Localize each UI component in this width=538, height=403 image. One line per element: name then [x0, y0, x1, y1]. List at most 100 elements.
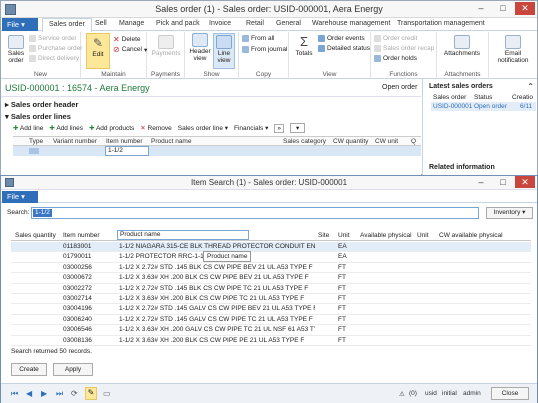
totals-button[interactable]: Σ Totals: [292, 35, 316, 58]
remove-button[interactable]: ✕ Remove: [140, 124, 171, 132]
col-product-name[interactable]: Product name: [117, 230, 250, 240]
add-line-button[interactable]: ✚ Add line: [13, 124, 43, 132]
more-toolbar-icon[interactable]: »: [274, 123, 284, 133]
tab-pick-and-pack[interactable]: Pick and pack: [156, 20, 200, 27]
related-information-title[interactable]: Related information: [429, 164, 495, 171]
col-cw-unit[interactable]: CW unit: [375, 138, 398, 145]
table-row[interactable]: 03002272 1-1/2 X 2.72# STD .145 BLK CS C…: [11, 284, 531, 294]
apply-button[interactable]: Apply: [53, 363, 93, 376]
service-order-button[interactable]: Service order: [29, 35, 77, 42]
table-row[interactable]: 03008136 1-1/2 X 3.63# XH .200 BLK CS CW…: [11, 336, 531, 346]
inventory-button[interactable]: Inventory ▾: [486, 207, 533, 219]
tab-manage[interactable]: Manage: [119, 20, 144, 27]
col-cw-quantity[interactable]: CW quantity: [333, 138, 368, 145]
create-button[interactable]: Create: [11, 363, 47, 376]
dialog-file-menu-button[interactable]: File ▾: [2, 191, 38, 203]
direct-delivery-button[interactable]: Direct delivery: [29, 55, 79, 62]
col-site[interactable]: Site: [318, 232, 329, 239]
purchase-order-button[interactable]: Purchase order: [29, 45, 82, 52]
last-record-icon[interactable]: ⏭: [56, 389, 63, 399]
detailed-status-button[interactable]: Detailed status: [318, 45, 370, 52]
tab-sell[interactable]: Sell: [95, 20, 107, 27]
lines-grid-row[interactable]: 1-1/2: [13, 146, 421, 156]
search-input[interactable]: 1-1/2: [31, 207, 479, 219]
dialog-maximize-icon[interactable]: □: [493, 176, 513, 188]
add-products-button[interactable]: ✚ Add products: [89, 124, 134, 132]
tab-transportation-management[interactable]: Transportation management: [397, 20, 485, 27]
attachments-button[interactable]: Attachments: [441, 35, 483, 57]
col-item-number[interactable]: Item number: [106, 138, 143, 145]
table-row[interactable]: 01183001 1-1/2 NIAGARA 315-CE BLK THREAD…: [11, 242, 531, 253]
table-row[interactable]: 03002714 1-1/2 X 3.63# XH .200 BLK CS CW…: [11, 294, 531, 305]
line-view-button[interactable]: Line view: [213, 33, 235, 69]
cancel-button[interactable]: ⊘ Cancel ▾: [113, 45, 147, 54]
col-q[interactable]: Q: [411, 138, 416, 145]
factbox-order-link[interactable]: USID-000001: [433, 103, 472, 110]
table-row[interactable]: 03006546 1-1/2 X 3.63# XH .200 GALV CS C…: [11, 325, 531, 336]
col-variant-number[interactable]: Variant number: [53, 138, 97, 145]
toolbar-dropdown[interactable]: ▾: [289, 123, 306, 133]
tab-general[interactable]: General: [276, 20, 301, 27]
collapse-icon[interactable]: ⌃: [527, 82, 534, 91]
previous-record-icon[interactable]: ◀: [26, 389, 32, 398]
header-view-button[interactable]: Header view: [188, 33, 212, 62]
file-label: File: [7, 20, 20, 29]
order-holds-button[interactable]: Order holds: [374, 55, 417, 62]
next-record-icon[interactable]: ▶: [41, 389, 47, 398]
sales-order-recap-button[interactable]: Sales order recap: [374, 45, 434, 52]
file-menu-button[interactable]: File ▾: [2, 18, 38, 31]
sales-order-line-menu[interactable]: Sales order line ▾: [178, 124, 228, 132]
col-unit-2[interactable]: Unit: [417, 232, 429, 239]
new-sales-order-button[interactable]: Sales order: [4, 35, 28, 64]
tab-sales-order[interactable]: Sales order: [42, 18, 92, 32]
delete-button[interactable]: ✕ Delete: [113, 35, 141, 44]
new-record-icon[interactable]: ▭: [103, 389, 111, 398]
item-number-input[interactable]: 1-1/2: [105, 146, 149, 156]
table-row[interactable]: 03000256 1-1/2 X 2.72# STD .145 BLK CS C…: [11, 263, 531, 274]
copy-from-all-button[interactable]: From all: [242, 35, 274, 42]
maximize-icon[interactable]: □: [493, 2, 513, 15]
col-sales-quantity[interactable]: Sales quantity: [15, 232, 56, 239]
sales-order-header-tab[interactable]: ▸ Sales order header: [5, 100, 78, 109]
status-account: admin: [463, 390, 481, 397]
col-product-name[interactable]: Product name: [151, 138, 191, 145]
table-row[interactable]: 03000672 1-1/2 X 3.63# XH .200 BLK CS CW…: [11, 273, 531, 284]
minimize-icon[interactable]: –: [471, 2, 491, 15]
table-row[interactable]: 03004196 1-1/2 X 2.72# STD .145 GALV CS …: [11, 304, 531, 315]
dialog-minimize-icon[interactable]: –: [471, 176, 491, 188]
cancel-label: Cancel: [121, 46, 142, 53]
sales-order-lines-tab[interactable]: ▾ Sales order lines: [5, 112, 71, 121]
refresh-icon[interactable]: ⟳: [71, 389, 78, 398]
copy-from-journal-button[interactable]: From journal: [242, 46, 287, 53]
order-credit-button[interactable]: Order credit: [374, 35, 417, 42]
add-lines-button[interactable]: ✚ Add lines: [49, 124, 83, 132]
tab-invoice[interactable]: Invoice: [209, 20, 231, 27]
email-notification-button[interactable]: Email notification: [492, 35, 534, 64]
table-row[interactable]: 03006240 1-1/2 X 2.72# STD .145 GALV CS …: [11, 315, 531, 326]
order-events-button[interactable]: Order events: [318, 35, 365, 42]
edit-button[interactable]: ✎ Edit: [86, 33, 110, 69]
payments-button[interactable]: Payments: [151, 35, 181, 57]
tab-warehouse-management[interactable]: Warehouse management: [312, 20, 390, 27]
financials-menu[interactable]: Financials ▾: [234, 124, 268, 132]
order-holds-label: Order holds: [383, 55, 417, 62]
row-type-icon: [29, 148, 39, 154]
close-button[interactable]: Close: [491, 387, 529, 400]
factbox-row[interactable]: USID-000001 Open order 6/11: [431, 102, 536, 111]
first-record-icon[interactable]: ⏮: [11, 389, 18, 399]
col-unit[interactable]: Unit: [338, 232, 350, 239]
row-unit: FT: [338, 274, 346, 282]
edit-mode-icon[interactable]: ✎: [85, 387, 97, 400]
col-type[interactable]: Type: [29, 138, 43, 145]
dialog-close-icon[interactable]: ✕: [515, 176, 535, 188]
line-view-label: Line view: [217, 50, 231, 64]
col-sales-category[interactable]: Sales category: [283, 138, 326, 145]
col-available-physical[interactable]: Available physical: [360, 232, 412, 239]
col-item-number[interactable]: Item number: [63, 232, 100, 239]
notification-icon[interactable]: ⚠: [399, 390, 405, 398]
table-row[interactable]: 01790011 1-1/2 PROTECTOR RRC-1-1/2 EA: [11, 252, 531, 263]
tab-retail[interactable]: Retail: [246, 20, 264, 27]
close-icon[interactable]: ✕: [515, 2, 535, 15]
lines-grid-header: Type Variant number Item number Product …: [13, 136, 421, 146]
col-cw-available-physical[interactable]: CW available physical: [439, 232, 503, 239]
